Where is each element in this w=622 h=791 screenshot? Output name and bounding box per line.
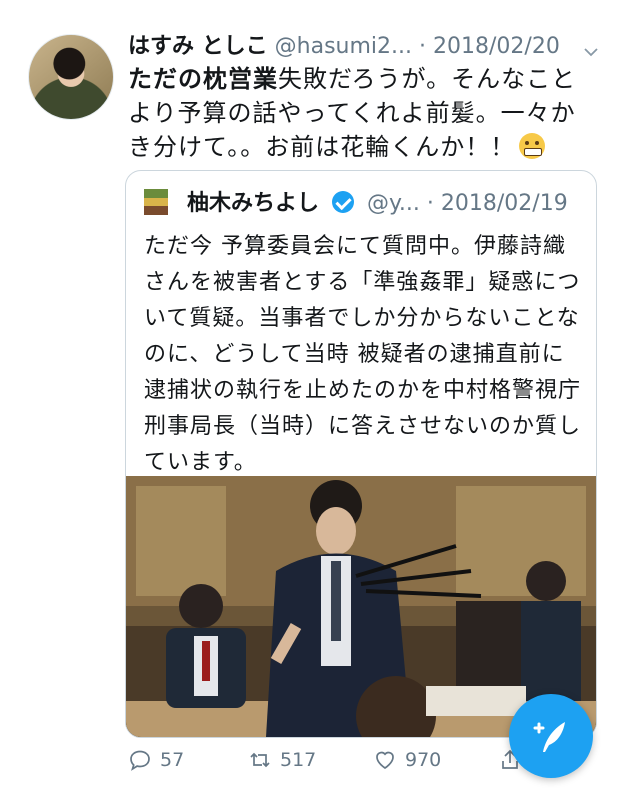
separator-dot: · — [419, 34, 427, 59]
tweet: はすみ としこ @hasumi2... · 2018/02/20 ただの枕営業失… — [0, 0, 622, 791]
quoted-tweet-photo[interactable] — [126, 476, 596, 737]
quoted-author-handle: @y... — [367, 191, 420, 216]
compose-tweet-button[interactable] — [509, 694, 593, 778]
quoted-tweet-header: 柚木みちよし @y... · 2018/02/19 — [144, 189, 584, 219]
chevron-down-icon[interactable] — [584, 38, 598, 57]
tweet-text: ただの枕営業失敗だろうが。そんなことより予算の話やってくれよ前髪。一々かき分けて… — [128, 62, 598, 164]
like-button[interactable]: 970 — [373, 748, 441, 772]
like-count: 970 — [405, 749, 442, 771]
author-avatar[interactable] — [28, 34, 114, 120]
compose-feather-icon — [533, 722, 565, 752]
quoted-tweet[interactable]: 柚木みちよし @y... · 2018/02/19 ただ今 予算委員会にて質問中… — [125, 170, 597, 738]
retweet-icon — [250, 752, 270, 768]
tweet-actions: 57 517 970 — [128, 748, 528, 784]
quoted-tweet-date: 2018/02/19 — [440, 191, 568, 216]
reply-button[interactable]: 57 — [128, 748, 184, 772]
quoted-separator-dot: · — [426, 191, 434, 216]
reply-icon — [130, 750, 150, 771]
grimacing-face-emoji-icon — [519, 133, 546, 159]
retweet-button[interactable]: 517 — [248, 748, 316, 772]
reply-count: 57 — [160, 749, 185, 771]
retweet-count: 517 — [280, 749, 317, 771]
verified-badge-icon — [332, 191, 355, 213]
tweet-header: はすみ としこ @hasumi2... · 2018/02/20 — [128, 32, 598, 62]
author-handle[interactable]: @hasumi2... — [275, 34, 412, 59]
heart-icon — [376, 751, 394, 770]
tweet-date[interactable]: 2018/02/20 — [433, 34, 560, 59]
quoted-tweet-text: ただ今 予算委員会にて質問中。伊藤詩織さんを被害者とする「準強姦罪」疑惑について… — [144, 234, 582, 475]
quoted-author-name: 柚木みちよし — [187, 191, 320, 216]
author-name[interactable]: はすみ としこ — [128, 34, 268, 59]
quoted-author-avatar — [144, 189, 168, 215]
tweet-text-bold: ただの枕営業 — [128, 65, 278, 93]
